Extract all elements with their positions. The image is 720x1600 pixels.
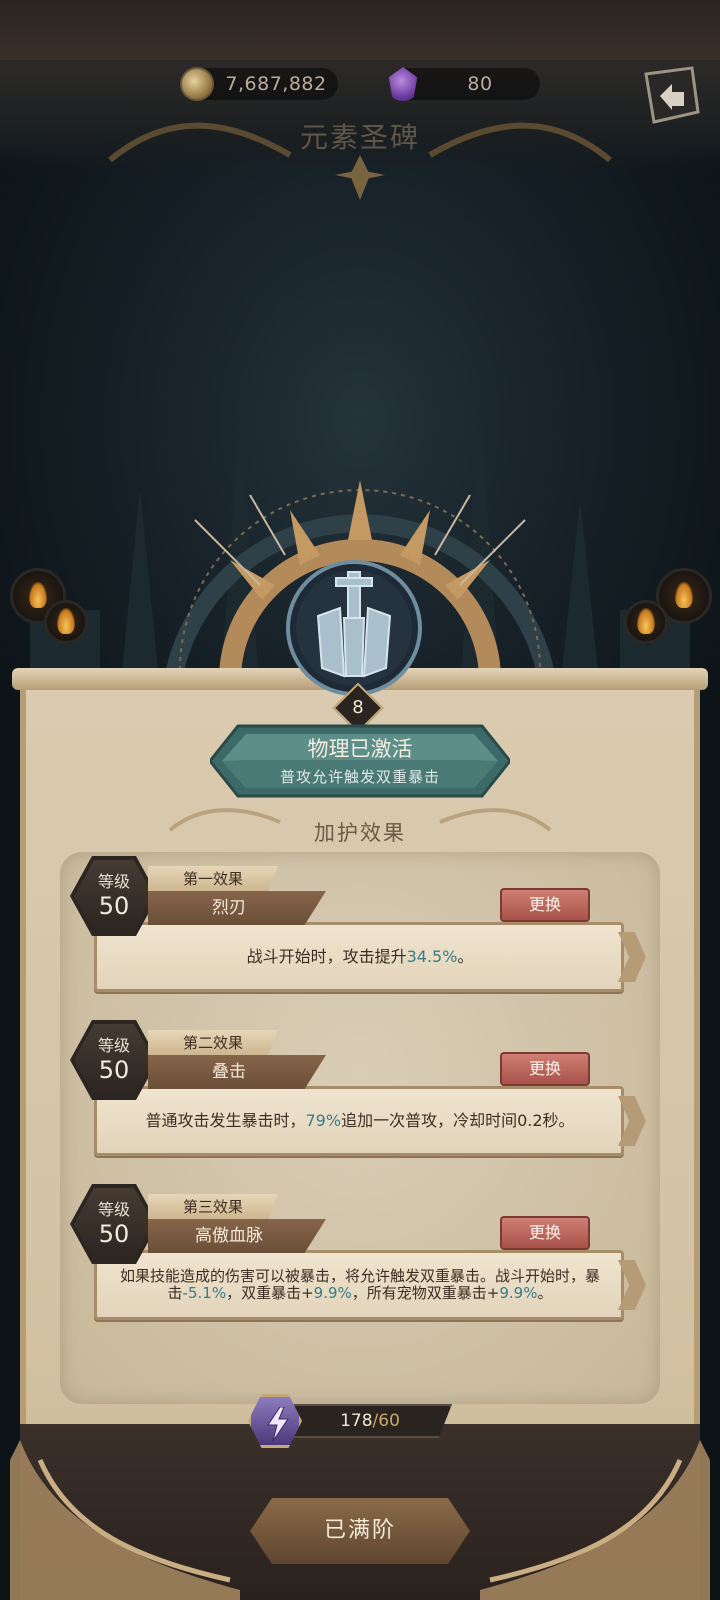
coin-amount: 7,687,882 [225, 73, 327, 95]
effect-card-2: 普通攻击发生暴击时，79%追加一次普攻，冷却时间0.2秒。 等级 50 第二效果… [70, 1020, 650, 1172]
maxed-button[interactable]: 已满阶 [250, 1498, 470, 1564]
flame-icon [29, 582, 47, 608]
progress-counter: 178/60 [340, 1411, 400, 1431]
flame-icon [57, 608, 75, 634]
effect-card-1: 战斗开始时，攻击提升34.5%。 等级 50 第一效果 烈刃 更换 [70, 856, 650, 1008]
swap-button[interactable]: 更换 [500, 888, 590, 922]
flame-icon [675, 582, 693, 608]
flame-icon [637, 608, 655, 634]
level-value: 50 [98, 1056, 130, 1084]
emblem-level: 8 [352, 697, 364, 718]
level-value: 50 [98, 892, 130, 920]
wing-right-decoration [480, 1440, 710, 1600]
coin-icon [180, 67, 214, 101]
wing-left-decoration [10, 1440, 240, 1600]
section-title-ornament [168, 808, 552, 832]
effect-name: 叠击 [148, 1055, 326, 1089]
level-value: 50 [98, 1220, 130, 1248]
effect-slot-label: 第二效果 [148, 1030, 278, 1056]
status-strip [0, 0, 720, 60]
effect-slot-label: 第三效果 [148, 1194, 278, 1220]
effect-card-3: 如果技能造成的伤害可以被暴击，将允许触发双重暴击。战斗开始时，暴击-5.1%，双… [70, 1184, 650, 1336]
level-label: 等级 [97, 872, 130, 891]
level-label: 等级 [97, 1036, 130, 1055]
effect-description: 普通攻击发生暴击时，79%追加一次普攻，冷却时间0.2秒。 [145, 1111, 575, 1130]
lantern-right-bottom [624, 600, 668, 644]
swap-button[interactable]: 更换 [500, 1216, 590, 1250]
lantern-left-bottom [44, 600, 88, 644]
emblem-badge [286, 560, 422, 696]
effect-name: 烈刃 [148, 891, 326, 925]
effect-description: 战斗开始时，攻击提升34.5%。 [246, 947, 474, 966]
gem-amount: 80 [467, 73, 493, 95]
gem-counter: 80 [388, 67, 540, 101]
coin-counter: 7,687,882 [180, 67, 338, 101]
effect-slot-label: 第一效果 [148, 866, 278, 892]
activation-subtitle: 普攻允许触发双重暴击 [279, 768, 440, 786]
title-ornament [108, 122, 612, 200]
effect-name: 高傲血脉 [148, 1219, 326, 1253]
activation-title: 物理已激活 [307, 737, 413, 761]
swap-button[interactable]: 更换 [500, 1052, 590, 1086]
effect-description: 如果技能造成的伤害可以被暴击，将允许触发双重暴击。战斗开始时，暴击-5.1%，双… [119, 1267, 600, 1302]
level-label: 等级 [97, 1200, 130, 1219]
